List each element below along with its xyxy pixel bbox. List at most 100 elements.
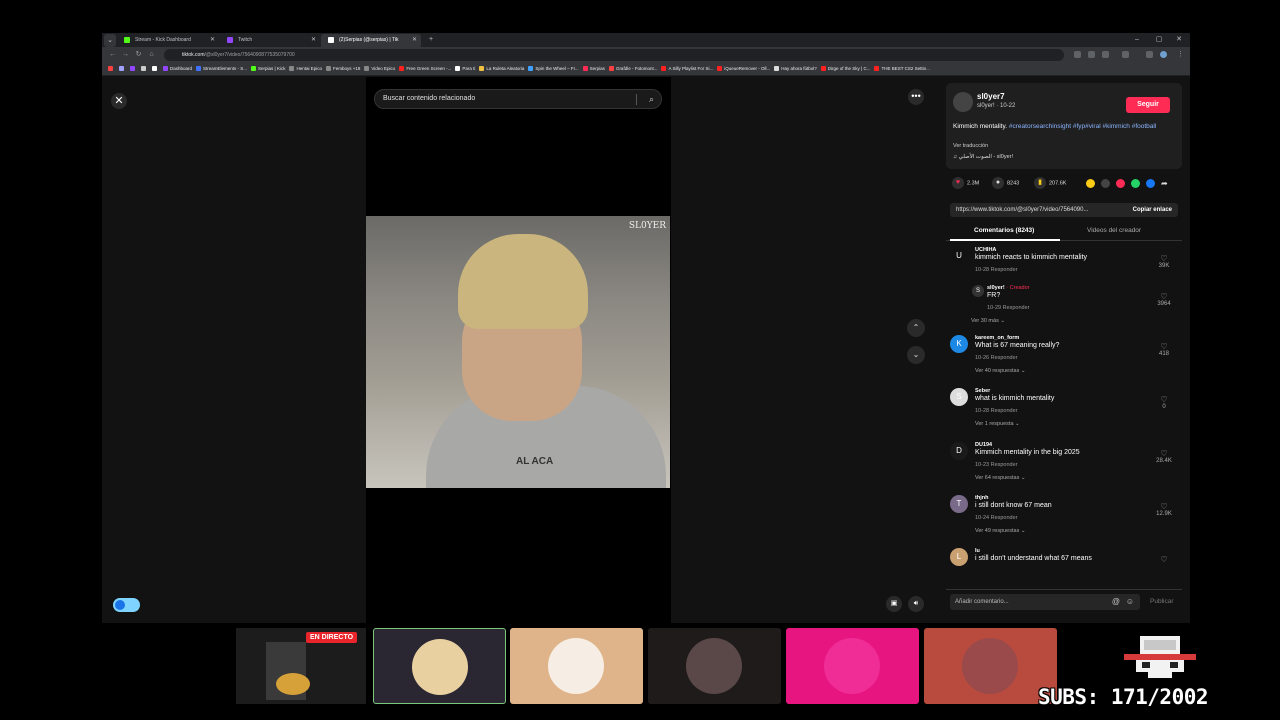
follow-button[interactable]: Seguir	[1126, 97, 1170, 113]
author-name[interactable]: sl0yer7	[977, 92, 1005, 101]
close-tab-icon[interactable]: ✕	[210, 34, 215, 46]
bookmark-item[interactable]: Spin the Wheel – Fr...	[528, 63, 579, 75]
comment-username[interactable]: lu	[975, 548, 980, 554]
comment-meta[interactable]: 10-26 Responder	[975, 355, 1018, 361]
bookmark-item[interactable]: iQueueRemover - Oll...	[717, 63, 770, 75]
install-icon[interactable]	[1074, 51, 1081, 58]
comment-like-button[interactable]: ♡ 12.9K	[1154, 503, 1174, 518]
close-tab-icon[interactable]: ✕	[412, 34, 417, 46]
profile-avatar[interactable]	[1160, 51, 1167, 58]
view-replies-link[interactable]: Ver 64 respuestas ⌄	[975, 475, 1025, 481]
emoji-icon[interactable]: ☺	[1126, 594, 1134, 610]
view-replies-link[interactable]: Ver 49 respuestas ⌄	[975, 528, 1025, 534]
author-avatar[interactable]	[953, 92, 973, 112]
bookmark-item[interactable]: Hay ahora fútbol?	[774, 63, 817, 75]
tab-comments[interactable]: Comentarios (8243)	[974, 227, 1034, 234]
mention-icon[interactable]: @	[1112, 594, 1120, 610]
home-button[interactable]: ⌂	[145, 47, 158, 63]
comment-like-button[interactable]: ♡ 28.4K	[1154, 450, 1174, 465]
translate-link[interactable]: Ver traducción	[953, 143, 988, 149]
comment-avatar[interactable]: U	[950, 247, 968, 265]
whatsapp-icon[interactable]	[1131, 179, 1140, 188]
search-input[interactable]: Buscar contenido relacionado ⌕	[374, 89, 662, 109]
bookmark-item[interactable]: Femboys +18	[325, 63, 360, 75]
close-window-button[interactable]: ✕	[1168, 33, 1190, 46]
description-hashtags[interactable]: #creatorsearchinsight #fyp#viral #kimmic…	[1009, 123, 1156, 130]
close-video-button[interactable]: ✕	[111, 93, 127, 109]
comment-input[interactable]: Añadir comentario... @ ☺	[950, 594, 1140, 610]
autoscroll-toggle[interactable]	[113, 598, 140, 612]
tab-kick-dashboard[interactable]: Stream - Kick Dashboard ✕	[117, 34, 219, 47]
bookmark-item[interactable]: Serpias	[582, 63, 605, 75]
facebook-icon[interactable]	[1146, 179, 1155, 188]
comment-like-button[interactable]: ♡ 0	[1154, 396, 1174, 411]
menu-icon[interactable]: ⋮	[1174, 47, 1187, 63]
bookmark-item[interactable]: THE BEST CS2 Settin...	[874, 63, 930, 75]
comment-like-button[interactable]: ♡ 39K	[1154, 255, 1174, 270]
downloads-icon[interactable]	[1146, 51, 1153, 58]
minimize-button[interactable]: –	[1126, 33, 1148, 46]
bookmark-item[interactable]: Free Green Screen -...	[399, 63, 451, 75]
tab-tiktok[interactable]: (2)Serpias (@serpias) | Tik ✕	[321, 34, 421, 47]
comment-username[interactable]: Seber	[975, 388, 990, 394]
video-player[interactable]: SL0YER AL ACA	[366, 216, 670, 488]
comment-username[interactable]: sl0yer! · Creador	[987, 285, 1030, 291]
reload-button[interactable]: ↻	[132, 47, 145, 63]
view-replies-link[interactable]: Ver 30 más ⌄	[971, 318, 1005, 324]
bookmark-item[interactable]: Grafdle - Fotomont...	[608, 63, 657, 75]
comment-button[interactable]: ● 8243	[992, 177, 1019, 189]
comment-like-button[interactable]: ♡ 3964	[1154, 293, 1174, 308]
more-options-icon[interactable]: •••	[908, 89, 924, 105]
bookmark-item[interactable]	[119, 63, 126, 75]
zoom-icon[interactable]	[1088, 51, 1095, 58]
bookmark-item[interactable]: StreamElements - S...	[196, 63, 247, 75]
like-button[interactable]: ♥ 2.3M	[952, 177, 979, 189]
bookmark-item[interactable]	[130, 63, 137, 75]
bookmark-item[interactable]	[152, 63, 159, 75]
tab-search-button[interactable]: ⌄	[104, 34, 116, 47]
music-link[interactable]: ♫ الصوت الأصلي - sl0yer!	[953, 154, 1013, 160]
address-bar[interactable]: tiktok.com/@sl0yer7/video/75640908775350…	[164, 49, 1064, 61]
maximize-button[interactable]: ▢	[1148, 33, 1170, 46]
bookmark-item[interactable]: A Silly Playlist For Si...	[661, 63, 713, 75]
comment-avatar[interactable]: D	[950, 442, 968, 460]
bookmark-item[interactable]: Video Epico	[364, 63, 395, 75]
repost-icon[interactable]	[1086, 179, 1095, 188]
bookmark-item[interactable]	[108, 63, 115, 75]
bookmark-item[interactable]: Serpias | Kick	[251, 63, 285, 75]
comment-avatar[interactable]: L	[950, 548, 968, 566]
share-arrow-icon[interactable]: ➦	[1161, 179, 1170, 188]
comment-avatar[interactable]: S	[950, 388, 968, 406]
comment-username[interactable]: UCHIHA	[975, 247, 996, 253]
search-icon[interactable]: ⌕	[649, 90, 654, 108]
bookmark-item[interactable]: La Ruleta Aleatoria	[479, 63, 524, 75]
view-replies-link[interactable]: Ver 1 respuesta ⌄	[975, 421, 1020, 427]
bookmark-star-icon[interactable]	[1102, 51, 1109, 58]
bookmark-item[interactable]	[141, 63, 148, 75]
view-replies-link[interactable]: Ver 40 respuestas ⌄	[975, 368, 1025, 374]
comment-username[interactable]: kareem_on_form	[975, 335, 1019, 341]
tab-twitch[interactable]: Twitch ✕	[220, 34, 320, 47]
comment-avatar[interactable]: K	[950, 335, 968, 353]
pip-icon[interactable]: ▣	[886, 596, 902, 612]
bookmark-item[interactable]: Dirge of the Sky | C...	[820, 63, 870, 75]
comment-meta[interactable]: 10-24 Responder	[975, 515, 1018, 521]
new-tab-button[interactable]: +	[420, 33, 442, 46]
volume-icon[interactable]: 🔊︎	[908, 596, 924, 612]
next-video-button[interactable]: ⌄	[907, 346, 925, 364]
comment-username[interactable]: thjnh	[975, 495, 988, 501]
bookmark-item[interactable]: Para ti	[455, 63, 475, 75]
extensions-icon[interactable]	[1122, 51, 1129, 58]
comment-avatar[interactable]: S	[972, 285, 984, 297]
comment-meta[interactable]: 10-28 Responder	[975, 267, 1018, 273]
save-button[interactable]: ▮ 207.6K	[1034, 177, 1066, 189]
comment-like-button[interactable]: ♡ 418	[1154, 343, 1174, 358]
comment-avatar[interactable]: T	[950, 495, 968, 513]
comment-like-button[interactable]: ♡	[1154, 556, 1174, 564]
comment-meta[interactable]: 10-29 Responder	[987, 305, 1030, 311]
send-icon[interactable]	[1116, 179, 1125, 188]
copy-link-button[interactable]: Copiar enlace	[1133, 203, 1172, 217]
comment-meta[interactable]: 10-23 Responder	[975, 462, 1018, 468]
embed-icon[interactable]	[1101, 179, 1110, 188]
bookmark-item[interactable]: Dashboard	[163, 63, 192, 75]
